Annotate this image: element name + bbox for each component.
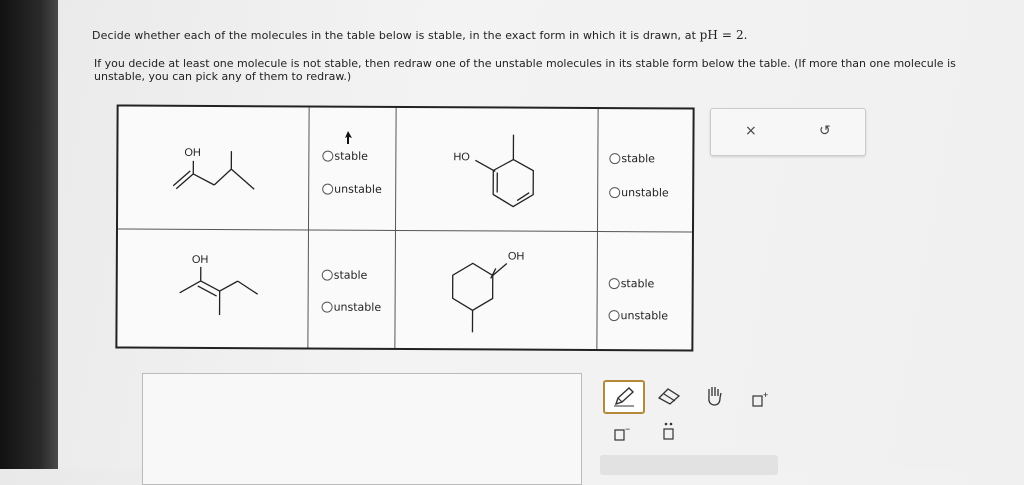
molecule-4-options: stable unstable	[596, 231, 692, 349]
drawing-canvas[interactable]	[142, 373, 582, 485]
molecule-cell-3: OH	[117, 228, 309, 347]
molecule-3-stable-radio[interactable]: stable	[322, 269, 368, 282]
radio-circle[interactable]	[609, 153, 620, 164]
radio-circle[interactable]	[609, 187, 620, 198]
question-text-1: Decide whether each of the molecules in …	[92, 29, 700, 42]
hand-icon	[704, 384, 726, 408]
radio-label: stable	[334, 269, 368, 282]
eraser-tool-button[interactable]	[656, 386, 682, 410]
lone-pair-button[interactable]	[662, 421, 676, 447]
molecule-4-stable-radio[interactable]: stable	[609, 277, 655, 290]
pencil-icon	[605, 382, 643, 412]
molecule-cell-2: HO	[395, 108, 599, 232]
hand-tool-button[interactable]	[704, 384, 726, 412]
radio-label: unstable	[334, 301, 382, 314]
remove-charge-button[interactable]: −	[614, 424, 632, 448]
molecule-4-unstable-radio[interactable]: unstable	[609, 309, 669, 322]
radio-label: stable	[621, 152, 655, 165]
molecule-1-stable-radio[interactable]: stable	[322, 150, 368, 163]
molecule-4-structure: OH	[394, 230, 597, 349]
action-panel: × ↺	[710, 108, 866, 156]
ph-value: pH = 2.	[700, 28, 748, 42]
mouse-cursor-icon	[345, 131, 353, 145]
molecule-3-structure: OH	[117, 228, 308, 347]
molecule-table: OH stable unstable HO	[115, 104, 694, 351]
molecule-1-options: stable unstable	[308, 107, 397, 230]
question-line-2: If you decide at least one molecule is n…	[94, 57, 1004, 83]
add-charge-button[interactable]: +	[752, 390, 770, 414]
pencil-tool-button[interactable]	[603, 380, 645, 414]
radio-label: stable	[621, 277, 655, 290]
radio-circle[interactable]	[609, 278, 620, 289]
molecule-cell-1: OH	[118, 106, 310, 230]
lone-pair-icon	[662, 421, 676, 443]
molecule-3-unstable-radio[interactable]: unstable	[322, 301, 382, 314]
molecule-2-ho-label: HO	[453, 151, 470, 163]
molecule-3-oh-label: OH	[192, 254, 209, 266]
molecule-2-unstable-radio[interactable]: unstable	[609, 186, 669, 199]
radio-label: unstable	[621, 309, 669, 322]
molecule-2-options: stable unstable	[597, 109, 693, 232]
molecule-2-stable-radio[interactable]: stable	[609, 152, 655, 165]
close-button[interactable]: ×	[745, 123, 757, 139]
radio-label: unstable	[334, 183, 382, 196]
radio-label: stable	[334, 150, 368, 163]
molecule-1-oh-label: OH	[184, 147, 201, 159]
question-line-1: Decide whether each of the molecules in …	[92, 28, 748, 42]
question-page: Decide whether each of the molecules in …	[58, 0, 1024, 469]
molecule-1-unstable-radio[interactable]: unstable	[322, 183, 382, 196]
radio-circle[interactable]	[322, 270, 333, 281]
bottom-toolbar	[600, 455, 778, 475]
add-charge-icon: +	[752, 390, 770, 410]
radio-circle[interactable]	[322, 184, 333, 195]
eraser-icon	[656, 386, 682, 406]
molecule-1-structure: OH	[118, 106, 309, 229]
plus-sign: +	[763, 390, 768, 400]
undo-button[interactable]: ↺	[819, 123, 831, 139]
radio-label: unstable	[621, 186, 669, 199]
molecule-cell-4: OH	[394, 230, 598, 349]
molecule-2-structure: HO	[395, 108, 598, 231]
minus-sign: −	[625, 424, 630, 434]
molecule-3-options: stable unstable	[307, 229, 396, 347]
radio-circle[interactable]	[609, 310, 620, 321]
radio-circle[interactable]	[322, 151, 333, 162]
remove-charge-icon: −	[614, 424, 632, 444]
device-bezel	[0, 0, 58, 469]
radio-circle[interactable]	[322, 302, 333, 313]
molecule-4-oh-label: OH	[508, 251, 525, 263]
